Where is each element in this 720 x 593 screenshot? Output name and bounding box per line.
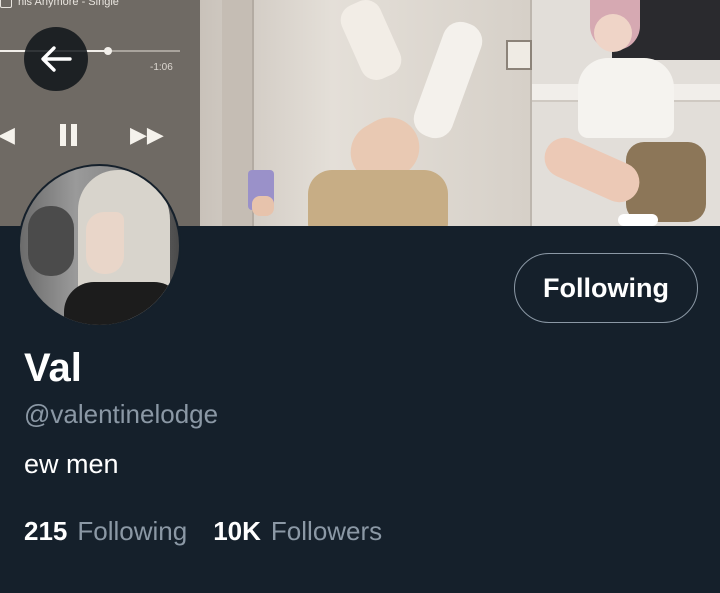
followers-count: 10K [213,516,261,546]
back-button[interactable] [24,27,88,91]
display-name: Val [24,346,82,390]
following-button[interactable]: Following [514,253,698,323]
pause-icon [60,122,80,148]
avatar-image [20,166,179,325]
previous-icon: ◀ [0,122,15,147]
banner-room-photo [200,0,532,226]
banner-portrait-photo [532,0,720,226]
following-count: 215 [24,516,68,546]
profile-stats: 215 Following 10K Followers [24,516,382,547]
fast-forward-icon: ▶▶ [130,122,164,147]
arrow-left-icon [41,46,72,72]
profile-bio: ew men [24,449,119,479]
followers-stat-link[interactable]: 10K Followers [213,516,382,547]
user-handle: @valentinelodge [24,399,219,429]
followers-label: Followers [270,516,383,546]
following-label: Following [77,516,188,546]
following-stat-link[interactable]: 215 Following [24,516,187,547]
music-song-title: his Anymore - Single [0,0,119,9]
avatar[interactable] [18,164,181,327]
music-time-remaining: -1:06 [150,62,173,73]
